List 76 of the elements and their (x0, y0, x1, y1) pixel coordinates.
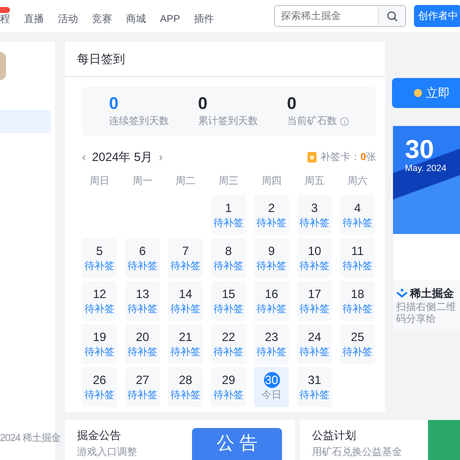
new-badge-icon (0, 7, 10, 13)
card-subtitle: 游戏入口调整 (77, 446, 137, 460)
sign-in-button[interactable]: 立即 (392, 78, 460, 108)
calendar-day[interactable]: 25 待补签 (340, 324, 375, 364)
calendar-day[interactable]: 5 待补签 (82, 238, 117, 278)
calendar-day[interactable]: 28 待补签 (168, 367, 203, 407)
creator-center-button[interactable]: 创作者中 (414, 5, 460, 27)
charity-banner[interactable] (428, 420, 460, 460)
calendar-day[interactable]: 26 待补签 (82, 367, 117, 407)
calendar-day[interactable]: 21 待补签 (168, 324, 203, 364)
coin-icon (414, 89, 422, 97)
calendar-day[interactable]: 16 待补签 (254, 281, 289, 321)
calendar-day[interactable]: 1 待补签 (211, 195, 246, 235)
calendar-day[interactable]: 27 待补签 (125, 367, 160, 407)
calendar-day[interactable]: 13 待补签 (125, 281, 160, 321)
calendar-day[interactable]: 18 待补签 (340, 281, 375, 321)
stat-value: 0 (109, 95, 120, 114)
stat-value: 0 (287, 95, 298, 114)
calendar-day[interactable]: 29 待补签 (211, 367, 246, 407)
nav-link[interactable]: 活动 (58, 6, 78, 26)
info-icon[interactable] (340, 116, 349, 126)
calendar-day[interactable]: 20 待补签 (125, 324, 160, 364)
weekday-label: 周一 (132, 175, 154, 189)
nav-link[interactable]: APP (160, 6, 180, 26)
card-title: 每日签到 (65, 42, 385, 77)
calendar-day[interactable]: 19 待补签 (82, 324, 117, 364)
weekday-label: 周五 (304, 175, 326, 189)
calendar-day[interactable]: 15 待补签 (211, 281, 246, 321)
stat-value: 0 (198, 95, 208, 114)
stat-label: 累计签到天数 (198, 116, 258, 127)
card-title: 公益计划 (312, 429, 357, 444)
copyright-text: 2024 稀土掘金 (0, 432, 61, 446)
logo-icon (396, 288, 408, 300)
card-icon (307, 151, 318, 163)
calendar-day[interactable]: 10 待补签 (297, 238, 332, 278)
nav-link[interactable]: 竞赛 (92, 6, 112, 26)
calendar-day[interactable]: 8 待补签 (211, 238, 246, 278)
weekday-label: 周四 (260, 175, 282, 189)
nav-link[interactable]: 直播 (24, 6, 44, 26)
calendar-day[interactable]: 17 待补签 (297, 281, 332, 321)
weekday-label: 周六 (346, 174, 368, 189)
calendar-day[interactable]: 14 待补签 (168, 281, 203, 321)
announcement-banner[interactable]: 公 告 (192, 428, 282, 460)
nav-link[interactable]: 程 (0, 6, 10, 26)
calendar-day[interactable]: 4 待补签 (340, 195, 375, 235)
stat-label: 当前矿石数 (287, 116, 337, 127)
share-hint: 扫描右侧二维码分享给 (396, 302, 457, 326)
calendar-day[interactable]: 22 待补签 (211, 324, 246, 364)
calendar-day[interactable]: 7 待补签 (168, 238, 203, 278)
avatar[interactable] (0, 52, 6, 80)
month-label: 2024年 5月 (92, 149, 153, 166)
brand-name: 稀土掘金 (410, 286, 454, 302)
search-icon (386, 10, 398, 22)
makeup-card-count: 补签卡：0张 (320, 150, 376, 164)
calendar-day[interactable]: 6 待补签 (125, 238, 160, 278)
calendar-day[interactable]: 11 待补签 (340, 238, 375, 278)
poster-day: 30 (405, 136, 460, 162)
calendar-day[interactable]: 9 待补签 (254, 238, 289, 278)
nav-link[interactable]: 商城 (126, 6, 146, 26)
poster-month: May. 2024 (405, 162, 448, 175)
calendar-day[interactable]: 2 待补签 (254, 195, 289, 235)
calendar-day[interactable]: 23 待补签 (254, 324, 289, 364)
card-subtitle: 用矿石兑换公益基金 (312, 446, 402, 460)
calendar-day[interactable]: 31 待补签 (297, 367, 332, 407)
calendar-day[interactable]: 3 待补签 (297, 195, 332, 235)
search-field[interactable]: 探索稀土掘金 (274, 5, 406, 27)
weekday-label: 周三 (218, 175, 240, 189)
nav-link[interactable]: 插件 (194, 6, 214, 26)
calendar-day[interactable]: 24 待补签 (297, 324, 332, 364)
card-title: 掘金公告 (77, 428, 122, 444)
weekday-label: 周二 (174, 175, 196, 189)
stat-label: 连续签到天数 (109, 116, 169, 127)
calendar-day[interactable]: 12 待补签 (82, 281, 117, 321)
search-button[interactable] (378, 6, 406, 26)
weekday-label: 周日 (88, 175, 110, 189)
calendar-day[interactable]: 30 今日 (254, 367, 289, 407)
